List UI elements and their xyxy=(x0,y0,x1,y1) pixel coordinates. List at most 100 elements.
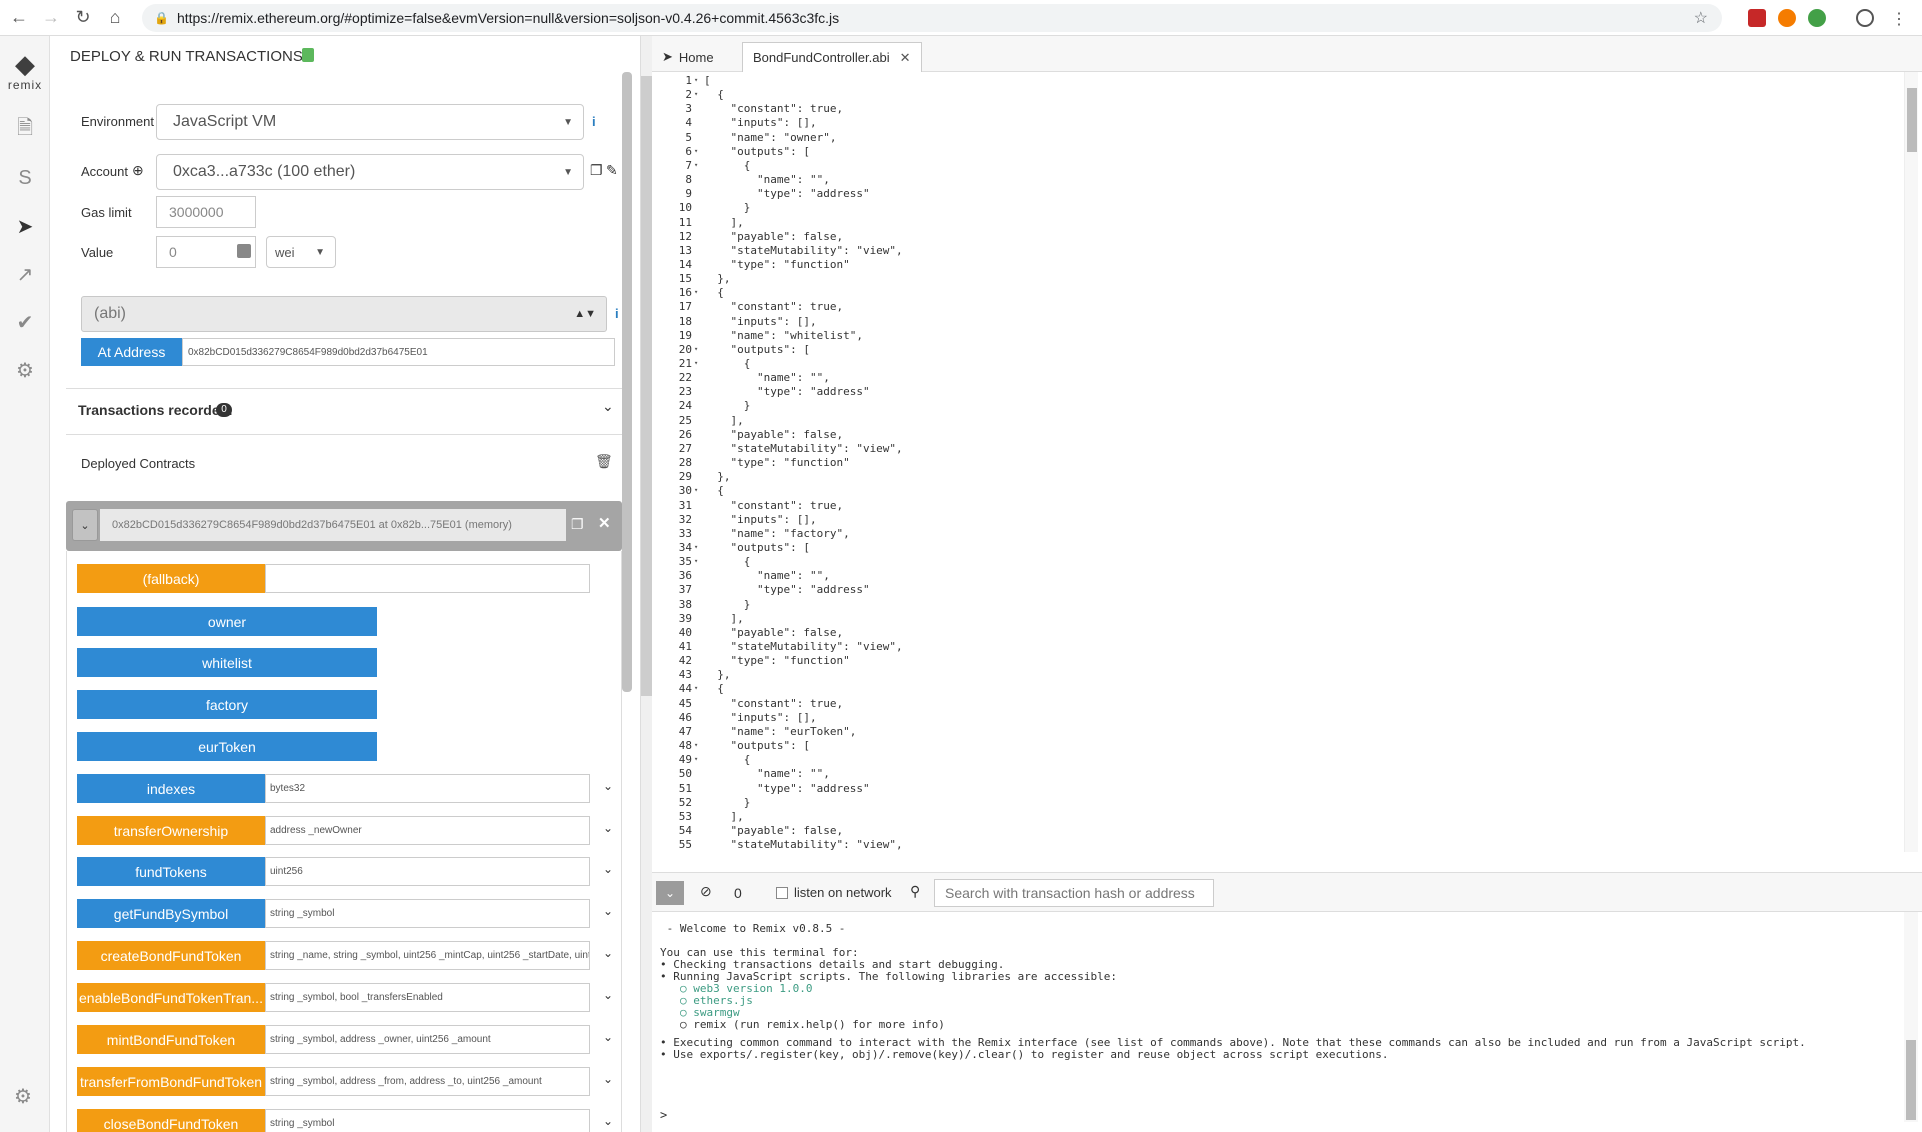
back-icon[interactable]: ← xyxy=(6,5,32,31)
function-button[interactable]: createBondFundToken xyxy=(77,941,265,970)
deploy-run-icon[interactable]: ➤ xyxy=(0,208,50,244)
fold-arrow-icon[interactable]: ▾ xyxy=(694,345,698,353)
metamask-icon[interactable] xyxy=(1778,9,1796,27)
chevron-down-icon[interactable]: ⌄ xyxy=(602,398,614,415)
function-input[interactable]: string _symbol, address _owner, uint256 … xyxy=(265,1025,590,1054)
function-button[interactable]: (fallback) xyxy=(77,564,265,593)
fold-arrow-icon[interactable]: ▾ xyxy=(694,76,698,84)
tab-bondfundcontroller-abi[interactable]: BondFundController.abi ✕ xyxy=(742,42,922,72)
chevron-down-icon[interactable]: ⌄ xyxy=(603,1030,613,1044)
function-button[interactable]: mintBondFundToken xyxy=(77,1025,265,1054)
function-button[interactable]: getFundBySymbol xyxy=(77,899,265,928)
function-input[interactable]: uint256 xyxy=(265,857,590,886)
plugin-manager-icon[interactable]: ⚙ xyxy=(0,352,50,388)
forward-icon[interactable]: → xyxy=(38,5,64,31)
fold-arrow-icon[interactable]: ▾ xyxy=(694,359,698,367)
function-input[interactable] xyxy=(265,564,590,593)
code-editor[interactable]: 1 ▾[2 ▾ {3 "constant": true, 4 "inputs": []… xyxy=(652,72,1904,852)
close-icon[interactable]: ✕ xyxy=(900,50,911,66)
reload-icon[interactable]: ↻ xyxy=(70,5,96,31)
panel-splitter[interactable] xyxy=(640,36,653,1132)
chevron-down-icon[interactable]: ⌄ xyxy=(603,821,613,835)
function-button[interactable]: whitelist xyxy=(77,648,377,677)
trash-icon[interactable]: 🗑 xyxy=(595,453,613,470)
chevron-down-icon[interactable]: ⌄ xyxy=(72,509,98,541)
collapse-terminal-icon[interactable]: ⌄ xyxy=(656,881,684,905)
clear-terminal-icon[interactable]: ⊘ xyxy=(700,883,712,900)
fold-arrow-icon[interactable]: ▾ xyxy=(694,486,698,494)
settings-gear-icon[interactable]: ⚙ xyxy=(14,1084,32,1109)
chevron-down-icon[interactable]: ⌄ xyxy=(603,988,613,1002)
terminal-scrollbar[interactable] xyxy=(1904,912,1918,1122)
file-explorer-icon[interactable]: 🗎 xyxy=(0,112,50,148)
function-input[interactable]: string _symbol xyxy=(265,1109,590,1132)
home-icon[interactable]: ⌂ xyxy=(102,5,128,31)
testing-icon[interactable]: ✔ xyxy=(0,304,50,340)
function-button[interactable]: indexes xyxy=(77,774,265,803)
account-select[interactable]: 0xca3...a733c (100 ether) ▼ xyxy=(156,154,584,190)
chevron-down-icon[interactable]: ⌄ xyxy=(603,904,613,918)
fold-arrow-icon[interactable]: ▾ xyxy=(694,288,698,296)
terminal-scroll-thumb[interactable] xyxy=(1906,1040,1916,1120)
fold-arrow-icon[interactable]: ▾ xyxy=(694,741,698,749)
side-panel-scrollbar[interactable] xyxy=(622,72,632,692)
editor-scrollbar[interactable] xyxy=(1904,72,1918,852)
chevron-down-icon[interactable]: ⌄ xyxy=(603,862,613,876)
terminal-search-input[interactable]: Search with transaction hash or address xyxy=(934,879,1214,907)
function-button[interactable]: closeBondFundToken xyxy=(77,1109,265,1132)
tab-home[interactable]: ➤ Home xyxy=(652,42,724,72)
calculator-icon[interactable] xyxy=(237,244,251,258)
fold-arrow-icon[interactable]: ▾ xyxy=(694,755,698,763)
transactions-recorded-label[interactable]: Transactions recorded: xyxy=(78,402,233,418)
fold-arrow-icon[interactable]: ▾ xyxy=(694,161,698,169)
gaslimit-input[interactable]: 3000000 xyxy=(156,196,256,228)
copy-icon[interactable]: ❐ xyxy=(590,162,603,179)
fold-arrow-icon[interactable]: ▾ xyxy=(694,147,698,155)
function-button[interactable]: owner xyxy=(77,607,377,636)
environment-select[interactable]: JavaScript VM ▼ xyxy=(156,104,584,140)
function-button[interactable]: eurToken xyxy=(77,732,377,761)
listen-network-checkbox[interactable] xyxy=(776,887,788,899)
solidity-compiler-icon[interactable]: S xyxy=(0,160,50,196)
extension-badge-icon[interactable] xyxy=(1808,9,1826,27)
extension-icon[interactable] xyxy=(1748,9,1766,27)
function-button[interactable]: transferFromBondFundToken xyxy=(77,1067,265,1096)
profile-avatar-icon[interactable] xyxy=(1856,9,1874,27)
address-bar[interactable]: 🔒 https://remix.ethereum.org/#optimize=f… xyxy=(142,4,1722,32)
chevron-down-icon[interactable]: ⌄ xyxy=(603,1072,613,1086)
edit-icon[interactable]: ✎ xyxy=(606,162,618,179)
add-account-icon[interactable]: ⊕ xyxy=(132,162,144,179)
function-button[interactable]: transferOwnership xyxy=(77,816,265,845)
terminal-prompt[interactable]: > xyxy=(660,1108,667,1122)
function-button[interactable]: factory xyxy=(77,690,377,719)
function-input[interactable]: string _name, string _symbol, uint256 _m… xyxy=(265,941,590,970)
value-input[interactable]: 0 xyxy=(156,236,256,268)
contract-select[interactable]: (abi) ▲▼ xyxy=(81,296,607,332)
copy-icon[interactable]: ❐ xyxy=(571,516,584,533)
menu-dots-icon[interactable]: ⋮ xyxy=(1890,9,1908,28)
fold-arrow-icon[interactable]: ▾ xyxy=(694,543,698,551)
function-input[interactable]: string _symbol, bool _transfersEnabled xyxy=(265,983,590,1012)
close-icon[interactable]: ✕ xyxy=(598,514,611,532)
fold-arrow-icon[interactable]: ▾ xyxy=(694,90,698,98)
fold-arrow-icon[interactable]: ▾ xyxy=(694,684,698,692)
editor-scroll-thumb[interactable] xyxy=(1907,88,1917,152)
info-icon[interactable]: i xyxy=(615,306,619,321)
chevron-down-icon[interactable]: ⌄ xyxy=(603,779,613,793)
chevron-down-icon[interactable]: ⌄ xyxy=(603,1114,613,1128)
function-input[interactable]: string _symbol xyxy=(265,899,590,928)
value-unit-select[interactable]: wei ▼ xyxy=(266,236,336,268)
at-address-button[interactable]: At Address xyxy=(81,338,182,366)
chevron-down-icon[interactable]: ⌄ xyxy=(603,946,613,960)
function-input[interactable]: address _newOwner xyxy=(265,816,590,845)
function-button[interactable]: fundTokens xyxy=(77,857,265,886)
analysis-icon[interactable]: ↗ xyxy=(0,256,50,292)
bookmark-star-icon[interactable]: ☆ xyxy=(1694,8,1708,28)
remix-logo[interactable]: ◆ remix xyxy=(0,50,50,92)
info-icon[interactable]: i xyxy=(592,114,596,129)
function-input[interactable]: bytes32 xyxy=(265,774,590,803)
at-address-input[interactable]: 0x82bCD015d336279C8654F989d0bd2d37b6475E… xyxy=(182,338,615,366)
doc-icon[interactable] xyxy=(302,48,314,62)
fold-arrow-icon[interactable]: ▾ xyxy=(694,557,698,565)
function-button[interactable]: enableBondFundTokenTran... xyxy=(77,983,265,1012)
